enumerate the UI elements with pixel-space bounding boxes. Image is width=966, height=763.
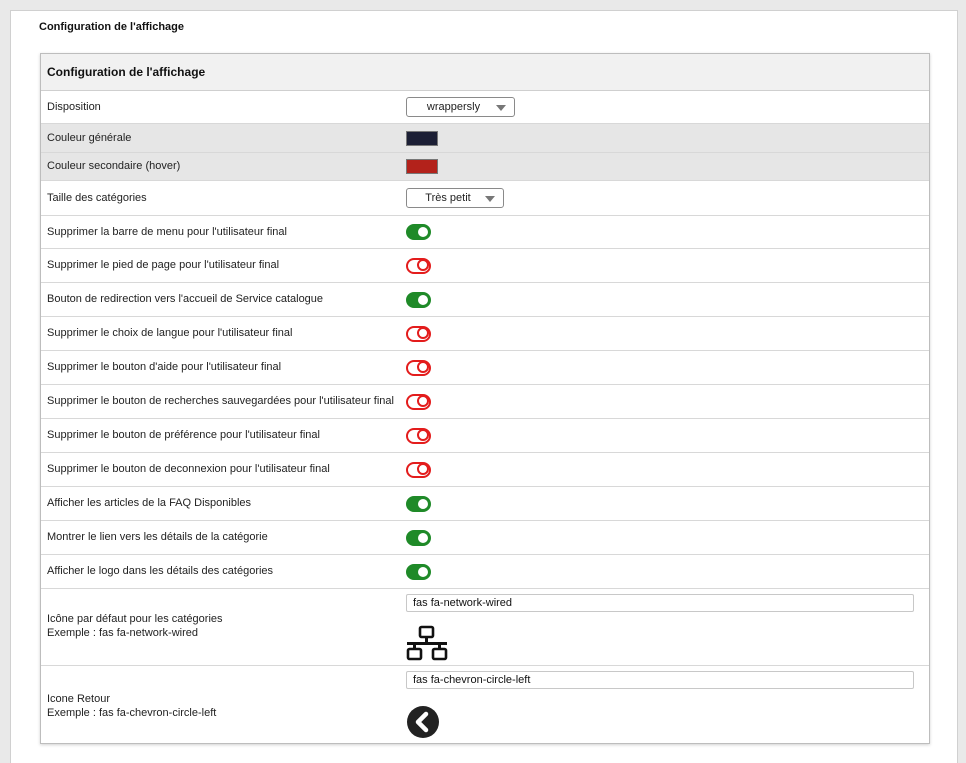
toggle-switch[interactable] xyxy=(406,257,431,274)
toggle-label: Bouton de redirection vers l'accueil de … xyxy=(47,293,324,305)
icone-retour-label: Icone Retour xyxy=(47,693,110,705)
toggle-switch[interactable] xyxy=(406,393,431,410)
icone-defaut-label-block: Icône par défaut pour les catégories Exe… xyxy=(47,612,223,640)
toggle-knob xyxy=(418,227,428,237)
toggle-label: Supprimer le choix de langue pour l'util… xyxy=(47,327,293,339)
taille-categories-select-value: Très petit xyxy=(425,192,471,204)
couleur-generale-label: Couleur générale xyxy=(47,132,132,144)
toggle-switch[interactable] xyxy=(406,359,431,376)
toggle-switch[interactable] xyxy=(406,495,431,512)
toggle-knob xyxy=(417,463,429,475)
toggle-switch[interactable] xyxy=(406,325,431,342)
row-couleur-generale: Couleur générale xyxy=(41,124,929,153)
toggle-row: Supprimer le choix de langue pour l'util… xyxy=(41,317,929,351)
icone-defaut-label: Icône par défaut pour les catégories xyxy=(47,613,223,625)
toggle-label: Afficher le logo dans les détails des ca… xyxy=(47,565,274,577)
taille-categories-label: Taille des catégories xyxy=(47,192,147,204)
toggle-label: Supprimer la barre de menu pour l'utilis… xyxy=(47,226,287,238)
chevron-circle-left-icon xyxy=(407,706,439,738)
toggle-label: Supprimer le bouton d'aide pour l'utilis… xyxy=(47,361,282,373)
toggle-knob xyxy=(417,361,429,373)
toggle-row: Afficher les articles de la FAQ Disponib… xyxy=(41,487,929,521)
row-taille-categories: Taille des catégories Très petit xyxy=(41,181,929,216)
disposition-select[interactable]: wrappersly xyxy=(406,97,515,117)
toggle-row: Supprimer le bouton de deconnexion pour … xyxy=(41,453,929,487)
toggle-knob xyxy=(418,498,428,509)
page-title: Configuration de l'affichage xyxy=(39,21,185,33)
toggle-switch[interactable] xyxy=(406,529,431,546)
toggle-row: Bouton de redirection vers l'accueil de … xyxy=(41,283,929,317)
toggle-knob xyxy=(418,532,428,543)
row-icone-retour: Icone Retour Exemple : fas fa-chevron-ci… xyxy=(41,666,929,743)
toggle-switch[interactable] xyxy=(406,291,431,308)
toggle-label: Montrer le lien vers les détails de la c… xyxy=(47,531,268,543)
disposition-control: wrappersly xyxy=(406,91,515,123)
toggle-row: Montrer le lien vers les détails de la c… xyxy=(41,521,929,555)
couleur-generale-control xyxy=(406,124,438,152)
chevron-down-icon xyxy=(496,105,506,111)
toggle-row: Supprimer le bouton de préférence pour l… xyxy=(41,419,929,453)
toggle-row: Afficher le logo dans les détails des ca… xyxy=(41,555,929,589)
disposition-label: Disposition xyxy=(47,101,101,113)
toggle-switch[interactable] xyxy=(406,427,431,444)
couleur-generale-swatch[interactable] xyxy=(406,130,438,146)
network-wired-icon xyxy=(406,625,448,661)
display-config-panel: Configuration de l'affichage Disposition… xyxy=(40,53,930,744)
icone-defaut-example: Exemple : fas fa-network-wired xyxy=(47,627,198,639)
row-couleur-secondaire: Couleur secondaire (hover) xyxy=(41,153,929,181)
page-container: Configuration de l'affichage Configurati… xyxy=(10,10,958,763)
taille-categories-select[interactable]: Très petit xyxy=(406,188,504,208)
icone-defaut-input[interactable]: fas fa-network-wired xyxy=(406,594,914,612)
toggle-switch[interactable] xyxy=(406,563,431,580)
toggle-knob xyxy=(418,566,428,577)
toggle-label: Supprimer le bouton de recherches sauveg… xyxy=(47,395,394,407)
icone-retour-example: Exemple : fas fa-chevron-circle-left xyxy=(47,707,217,719)
toggle-knob xyxy=(418,294,428,305)
row-icone-defaut: Icône par défaut pour les catégories Exe… xyxy=(41,589,929,666)
couleur-secondaire-control xyxy=(406,153,438,180)
icone-retour-input[interactable]: fas fa-chevron-circle-left xyxy=(406,671,914,689)
row-disposition: Disposition wrappersly xyxy=(41,91,929,124)
toggle-row: Supprimer le bouton de recherches sauveg… xyxy=(41,385,929,419)
toggle-knob xyxy=(417,259,429,271)
toggle-label: Afficher les articles de la FAQ Disponib… xyxy=(47,497,251,509)
icone-retour-label-block: Icone Retour Exemple : fas fa-chevron-ci… xyxy=(47,692,216,720)
toggle-row: Supprimer la barre de menu pour l'utilis… xyxy=(41,216,929,249)
toggle-knob xyxy=(417,429,429,441)
toggle-knob xyxy=(417,395,429,407)
disposition-select-value: wrappersly xyxy=(426,101,481,113)
toggle-label: Supprimer le pied de page pour l'utilisa… xyxy=(47,259,280,271)
chevron-down-icon xyxy=(485,196,495,202)
toggle-label: Supprimer le bouton de deconnexion pour … xyxy=(47,463,330,475)
panel-title: Configuration de l'affichage xyxy=(41,54,929,91)
toggle-knob xyxy=(417,327,429,339)
toggle-row: Supprimer le pied de page pour l'utilisa… xyxy=(41,249,929,283)
toggle-row: Supprimer le bouton d'aide pour l'utilis… xyxy=(41,351,929,385)
toggle-label: Supprimer le bouton de préférence pour l… xyxy=(47,429,320,441)
toggle-switch[interactable] xyxy=(406,461,431,478)
couleur-secondaire-label: Couleur secondaire (hover) xyxy=(47,160,181,172)
couleur-secondaire-swatch[interactable] xyxy=(406,159,438,174)
toggle-switch[interactable] xyxy=(406,224,431,240)
taille-categories-control: Très petit xyxy=(406,181,504,215)
